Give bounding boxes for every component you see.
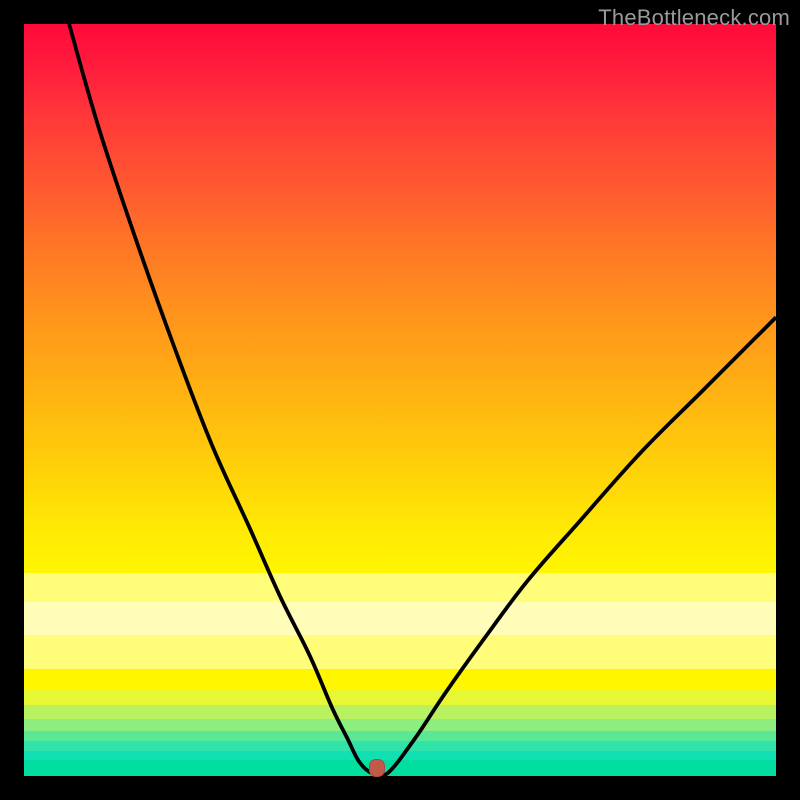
bg-band-pale-yellow-2 (24, 602, 776, 636)
bg-band-yellowgreen (24, 690, 776, 705)
chart-frame: TheBottleneck.com (0, 0, 800, 800)
bg-band-green-6 (24, 760, 776, 776)
bg-band-pale-yellow-1 (24, 573, 776, 602)
optimal-point-marker (369, 759, 385, 777)
bg-gradient-red-yellow (24, 24, 776, 573)
bg-band-green-5 (24, 751, 776, 760)
bg-band-green-3 (24, 731, 776, 742)
plot-area (24, 24, 776, 776)
bg-band-green-4 (24, 741, 776, 751)
bg-band-pale-yellow-3 (24, 635, 776, 669)
bg-band-green-1 (24, 705, 776, 719)
watermark-text: TheBottleneck.com (598, 5, 790, 31)
bg-band-green-2 (24, 719, 776, 731)
bg-band-yellow (24, 669, 776, 690)
